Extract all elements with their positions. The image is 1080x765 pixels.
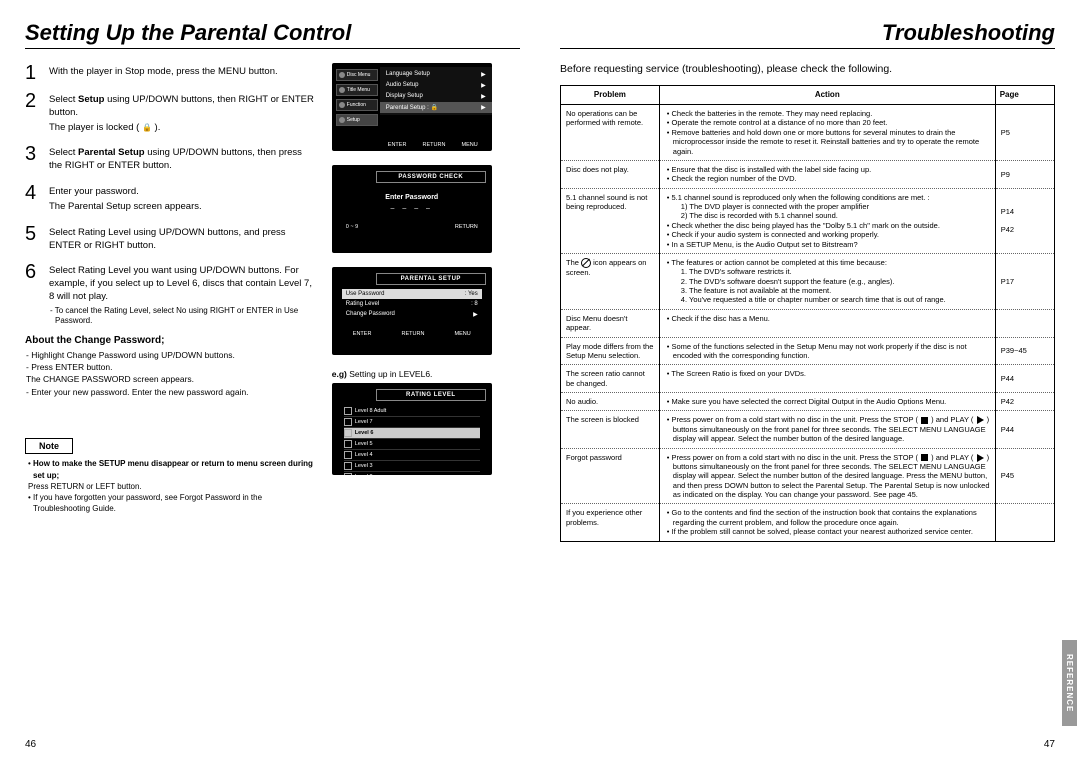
page-number-left: 46 [25, 739, 36, 750]
screenshot-parental-setup: PARENTAL SETUP Use Password: YesRating L… [332, 267, 492, 355]
example-label: e.g) Setting up in LEVEL6. [332, 369, 520, 379]
right-title: Troubleshooting [560, 20, 1055, 49]
screenshots-column: Disc MenuTitle MenuFunctionSetup Languag… [332, 63, 520, 514]
table-row: Play mode differs from the Setup Menu se… [561, 337, 1055, 365]
table-row: The screen is blocked• Press power on fr… [561, 411, 1055, 448]
screenshot-rating-level: RATING LEVEL Level 8 AdultLevel 7Level 6… [332, 383, 492, 475]
step-2: 2Select Setup using UP/DOWN buttons, the… [25, 91, 317, 136]
table-row: No audio.• Make sure you have selected t… [561, 393, 1055, 411]
prohibit-icon [581, 258, 591, 268]
table-row: Disc does not play.• Ensure that the dis… [561, 160, 1055, 188]
stop-icon [921, 417, 928, 424]
step-5: 5Select Rating Level using UP/DOWN butto… [25, 224, 317, 255]
play-icon [977, 454, 984, 462]
table-row: Disc Menu doesn't appear.• Check if the … [561, 309, 1055, 337]
step-3: 3Select Parental Setup using UP/DOWN but… [25, 144, 317, 175]
step-6: 6Select Rating Level you want using UP/D… [25, 262, 317, 326]
right-page: Troubleshooting Before requesting servic… [540, 20, 1055, 750]
troubleshooting-intro: Before requesting service (troubleshooti… [560, 63, 1055, 75]
table-row: No operations can be performed with remo… [561, 105, 1055, 161]
left-title: Setting Up the Parental Control [25, 20, 520, 49]
step-1: 1With the player in Stop mode, press the… [25, 63, 317, 83]
reference-tab: REFERENCE [1062, 640, 1077, 726]
th-problem: Problem [561, 86, 660, 105]
table-row: The screen ratio cannot be changed.• The… [561, 365, 1055, 393]
play-icon [977, 416, 984, 424]
note-label: Note [25, 438, 73, 454]
note-body: • How to make the SETUP menu disappear o… [25, 458, 317, 514]
table-row: If you experience other problems.• Go to… [561, 504, 1055, 541]
troubleshooting-table: Problem Action Page No operations can be… [560, 85, 1055, 542]
step-4: 4Enter your password.The Parental Setup … [25, 183, 317, 216]
th-page: Page [995, 86, 1054, 105]
page-number-right: 47 [1044, 739, 1055, 750]
left-page: Setting Up the Parental Control 1With th… [25, 20, 540, 750]
screenshot-setup-menu: Disc MenuTitle MenuFunctionSetup Languag… [332, 63, 492, 151]
table-row: Forgot password• Press power on from a c… [561, 448, 1055, 504]
th-action: Action [659, 86, 995, 105]
change-password-heading: About the Change Password; [25, 335, 317, 346]
lock-icon: 🔒 [142, 123, 152, 132]
screenshot-password-check: PASSWORD CHECK Enter Password – – – – 0 … [332, 165, 492, 253]
table-row: 5.1 channel sound is not being reproduce… [561, 188, 1055, 253]
steps-column: 1With the player in Stop mode, press the… [25, 63, 317, 514]
stop-icon [921, 454, 928, 461]
table-row: The icon appears on screen.• The feature… [561, 253, 1055, 309]
change-password-bullets: - Highlight Change Password using UP/DOW… [25, 350, 317, 399]
